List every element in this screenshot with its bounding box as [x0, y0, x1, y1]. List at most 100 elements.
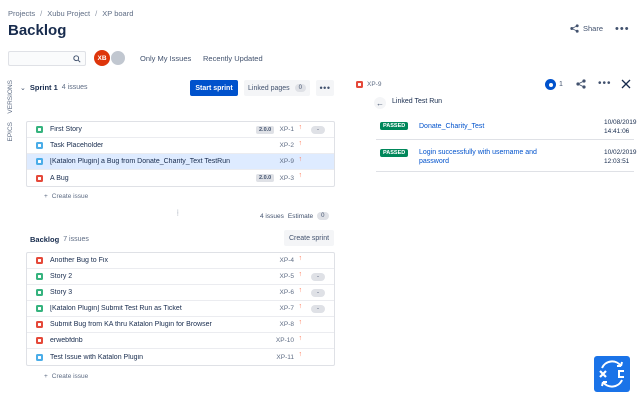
issue-summary: Test Issue with Katalon Plugin	[50, 353, 143, 361]
estimate-label: Estimate	[287, 212, 314, 220]
detail-issue-key-label: XP-9	[367, 81, 382, 88]
story-icon	[36, 126, 43, 133]
issue-summary: erwebfdnb	[50, 337, 83, 344]
drag-handle[interactable]: ⁞ ⁞	[177, 210, 179, 218]
list-item[interactable]: erwebfdnb XP-10 ↑	[27, 333, 334, 349]
detail-more-button[interactable]: •••	[598, 78, 612, 89]
create-sprint-button[interactable]: Create sprint	[284, 230, 334, 246]
katalon-extension-icon[interactable]	[594, 356, 630, 392]
breadcrumb-project[interactable]: Xubu Project	[47, 9, 90, 18]
issue-summary: First Story	[50, 126, 82, 133]
estimate-total: 0	[317, 212, 329, 220]
test-run-name[interactable]: Donate_Charity_Test	[419, 122, 484, 131]
create-issue-button[interactable]: + Create issue	[44, 193, 88, 200]
task-icon	[36, 158, 43, 165]
issue-key[interactable]: XP-6	[280, 289, 294, 296]
close-icon[interactable]	[621, 79, 631, 89]
backlog-issue-list: Another Bug to Fix XP-4 ↑ Story 2 XP-5 ↑…	[26, 252, 335, 366]
priority-high-icon: ↑	[298, 287, 303, 294]
chevron-down-icon[interactable]: ⌄	[20, 84, 26, 92]
breadcrumb-separator: /	[40, 9, 43, 18]
issue-key[interactable]: XP-3	[280, 175, 294, 182]
list-item[interactable]: Another Bug to Fix XP-4 ↑	[27, 253, 334, 269]
sprint-more-button[interactable]: •••	[316, 80, 334, 96]
linked-pages-button[interactable]: Linked pages 0	[244, 80, 310, 96]
list-item[interactable]: A Bug 2.0.0 XP-3 ↑	[27, 170, 334, 186]
versions-tab[interactable]: VERSIONS	[7, 80, 14, 114]
issue-key[interactable]: XP-1	[280, 126, 294, 133]
estimate-badge[interactable]: -	[311, 289, 325, 297]
story-icon	[36, 273, 43, 280]
search-input[interactable]	[8, 51, 86, 66]
eye-icon	[545, 79, 556, 90]
test-run-date: 10/08/2019	[604, 119, 637, 126]
list-item[interactable]: Submit Bug from KA thru Katalon Plugin f…	[27, 317, 334, 333]
sprint-header[interactable]: ⌄ Sprint 1 4 issues	[20, 83, 87, 92]
breadcrumb-projects[interactable]: Projects	[8, 9, 35, 18]
sprint-issue-count: 4 issues	[61, 84, 88, 91]
list-item[interactable]: Test Issue with Katalon Plugin XP-11 ↑	[27, 349, 334, 365]
share-button[interactable]: Share	[570, 24, 603, 33]
detail-issue-key[interactable]: XP-9	[356, 81, 381, 88]
backlog-header[interactable]: Backlog 7 issues	[30, 235, 89, 244]
backlog-issue-count: 7 issues	[63, 236, 89, 243]
breadcrumb-separator: /	[95, 9, 98, 18]
list-item[interactable]: Story 3 XP-6 ↑ -	[27, 285, 334, 301]
share-icon[interactable]	[576, 79, 586, 89]
task-icon	[36, 353, 43, 361]
create-issue-button[interactable]: + Create issue	[44, 373, 88, 380]
epics-tab[interactable]: EPICS	[7, 122, 14, 142]
list-item[interactable]: Task Placeholder XP-2 ↑	[27, 138, 334, 154]
estimate-badge[interactable]: -	[311, 273, 325, 281]
issue-summary: [Katalon Plugin] a Bug from Donate_Chari…	[50, 158, 231, 165]
search-icon	[73, 55, 81, 63]
list-item[interactable]: First Story 2.0.0 XP-1 ↑ -	[27, 122, 334, 138]
recently-updated-filter[interactable]: Recently Updated	[203, 54, 263, 63]
breadcrumb: Projects / Xubu Project / XP board	[8, 9, 133, 18]
breadcrumb-board[interactable]: XP board	[102, 9, 133, 18]
priority-high-icon: ↑	[298, 255, 303, 262]
estimate-badge[interactable]: -	[311, 126, 325, 134]
bug-icon	[36, 174, 43, 182]
test-run-row[interactable]: PASSED Login successfully with username …	[376, 142, 637, 172]
issue-key[interactable]: XP-5	[280, 273, 294, 280]
issue-summary: Another Bug to Fix	[50, 257, 108, 264]
watch-button[interactable]: 1	[545, 79, 563, 90]
story-icon	[36, 305, 43, 312]
issue-key[interactable]: XP-9	[280, 158, 294, 165]
avatar[interactable]: XB	[94, 50, 110, 66]
issue-key[interactable]: XP-11	[276, 354, 294, 361]
priority-high-icon: ↑	[298, 303, 303, 310]
issue-key[interactable]: XP-8	[280, 321, 294, 328]
issue-summary: [Katalon Plugin] Submit Test Run as Tick…	[50, 305, 182, 312]
create-issue-label: Create issue	[51, 193, 89, 200]
issue-key[interactable]: XP-10	[276, 337, 294, 344]
priority-high-icon: ↑	[298, 335, 303, 342]
issue-key[interactable]: XP-4	[280, 257, 294, 264]
test-run-name[interactable]: Login successfully with username and pas…	[419, 148, 549, 166]
story-icon	[36, 289, 43, 296]
test-run-row[interactable]: PASSED Donate_Charity_Test 10/08/2019 14…	[376, 114, 637, 140]
issue-summary: Story 3	[50, 289, 73, 296]
start-sprint-button[interactable]: Start sprint	[190, 80, 238, 96]
list-item-selected[interactable]: [Katalon Plugin] a Bug from Donate_Chari…	[27, 154, 334, 170]
more-actions-button[interactable]: •••	[615, 23, 630, 35]
katalon-logo-icon	[599, 360, 624, 388]
linked-pages-count: 0	[294, 84, 306, 92]
sprint-issue-list: First Story 2.0.0 XP-1 ↑ - Task Placehol…	[26, 121, 335, 187]
version-badge: 2.0.0	[256, 174, 275, 182]
only-my-issues-filter[interactable]: Only My Issues	[140, 54, 191, 63]
list-item[interactable]: [Katalon Plugin] Submit Test Run as Tick…	[27, 301, 334, 317]
back-arrow-icon[interactable]: ←	[374, 97, 386, 109]
issue-summary: Submit Bug from KA thru Katalon Plugin f…	[50, 321, 212, 328]
version-badge: 2.0.0	[256, 126, 275, 134]
issue-key[interactable]: XP-2	[280, 142, 294, 149]
bug-icon	[36, 321, 43, 328]
linked-pages-label: Linked pages	[248, 84, 290, 92]
bug-icon	[36, 337, 43, 344]
issue-key[interactable]: XP-7	[280, 305, 294, 312]
estimate-badge[interactable]: -	[311, 305, 325, 313]
unassigned-avatar[interactable]	[110, 50, 126, 66]
priority-high-icon: ↑	[298, 271, 303, 278]
list-item[interactable]: Story 2 XP-5 ↑ -	[27, 269, 334, 285]
